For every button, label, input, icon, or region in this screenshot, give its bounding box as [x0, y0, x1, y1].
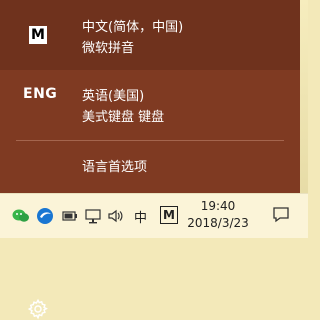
- ime-language-label: 中文(简体，中国): [82, 20, 184, 35]
- ime-item-chinese-microsoft-pinyin[interactable]: M 中文(简体，中国) 微软拼音: [0, 0, 300, 70]
- battery-icon[interactable]: [62, 210, 78, 222]
- clock-time[interactable]: 19:40: [193, 199, 243, 213]
- language-preferences-link[interactable]: 语言首选项: [0, 144, 300, 320]
- taskbar: 中 M 19:40 2018/3/23: [0, 193, 308, 238]
- input-method-flyout: M 中文(简体，中国) 微软拼音 ENG 英语(美国) 美式键盘 键盘 语言首选…: [0, 0, 300, 320]
- ime-item-english-us-keyboard[interactable]: ENG 英语(美国) 美式键盘 键盘: [0, 70, 300, 132]
- ime-mode-indicator[interactable]: 中: [134, 207, 147, 226]
- ime-language-label: 英语(美国): [82, 89, 145, 104]
- ime-indicator-badge[interactable]: M: [160, 206, 178, 224]
- wechat-icon[interactable]: [12, 208, 30, 224]
- gear-icon: [27, 298, 48, 320]
- menu-divider: [16, 140, 284, 141]
- microsoft-pinyin-icon: M: [29, 26, 47, 44]
- language-preferences-label: 语言首选项: [82, 160, 148, 175]
- eng-keyboard-icon: ENG: [23, 86, 58, 102]
- browser-icon[interactable]: [36, 207, 54, 225]
- action-center-icon[interactable]: [272, 206, 290, 224]
- ime-name-label: 微软拼音: [82, 41, 135, 56]
- ime-name-label: 美式键盘 键盘: [82, 110, 165, 125]
- volume-icon[interactable]: [107, 208, 125, 224]
- network-icon[interactable]: [84, 208, 102, 224]
- desktop-background: [300, 0, 308, 193]
- clock-date[interactable]: 2018/3/23: [181, 216, 255, 230]
